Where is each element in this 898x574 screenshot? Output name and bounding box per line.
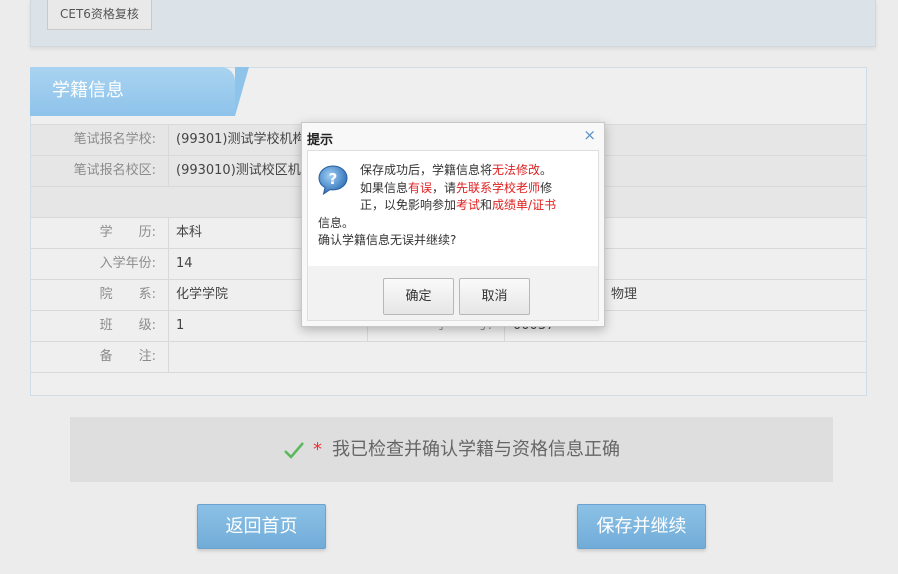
msg-text: 如果信息 <box>360 180 409 195</box>
dialog-footer: 确定 取消 <box>307 266 599 321</box>
info-row-bottom <box>31 372 866 395</box>
msg-text: 修 <box>540 180 553 195</box>
close-icon[interactable]: × <box>583 126 596 144</box>
msg-text: ，请 <box>432 180 457 195</box>
row-value: 14 <box>176 256 193 271</box>
row-value-2: 物理 <box>611 287 638 302</box>
msg-highlight: 成绩单/证书 <box>492 198 557 212</box>
dialog-body: ? 保存成功后，学籍信息将无法修改。 如果信息有误，请先联系学校老师修 正，以免… <box>307 150 599 268</box>
row-label: 院 系: <box>31 280 169 310</box>
msg-highlight: 无法修改 <box>492 163 541 177</box>
info-row: 备 注: <box>31 341 866 372</box>
confirm-text: 我已检查并确认学籍与资格信息正确 <box>332 439 620 460</box>
row-label: 备 注: <box>31 342 169 372</box>
prompt-dialog: 提示 × ? 保存成功后，学籍信息将无法修改。 如果信息有误，请先联系学校老师修… <box>301 122 605 327</box>
row-label: 入学年份: <box>31 249 169 279</box>
row-label: 班 级: <box>31 311 169 341</box>
dialog-message: 保存成功后，学籍信息将无法修改。 如果信息有误，请先联系学校老师修 正，以免影响… <box>318 162 588 250</box>
row-value: (993010)测试校区机构 <box>176 163 314 178</box>
row-label: 笔试报名学校: <box>31 125 169 155</box>
row-value: (99301)测试学校机构 <box>176 132 306 147</box>
msg-highlight: 先联系学校老师 <box>456 180 541 195</box>
confirm-checkbox-row[interactable]: * 我已检查并确认学籍与资格信息正确 <box>70 417 833 482</box>
top-panel: CET6资格复核 <box>30 0 876 47</box>
msg-highlight: 有误 <box>408 180 433 195</box>
student-info-tab[interactable]: 学籍信息 <box>30 67 249 116</box>
msg-text: 正，以免影响参加 <box>360 198 457 212</box>
row-label: 学 历: <box>31 218 169 248</box>
msg-confirm-text: 确认学籍信息无误并继续? <box>318 233 457 247</box>
msg-text: 。 <box>540 163 553 177</box>
required-star: * <box>313 439 322 460</box>
check-icon[interactable] <box>283 439 305 461</box>
msg-text: 和 <box>480 198 493 212</box>
cancel-button[interactable]: 取消 <box>459 278 530 315</box>
ok-button[interactable]: 确定 <box>383 278 454 315</box>
msg-highlight: 考试 <box>456 198 481 212</box>
cet6-review-button[interactable]: CET6资格复核 <box>47 0 152 30</box>
row-value: 本科 <box>176 225 203 240</box>
dialog-title: 提示 <box>307 133 334 148</box>
back-home-button[interactable]: 返回首页 <box>197 504 326 549</box>
row-label: 笔试报名校区: <box>31 156 169 186</box>
row-value: 1 <box>176 318 185 333</box>
save-continue-button[interactable]: 保存并继续 <box>577 504 706 549</box>
msg-text: 信息。 <box>318 215 355 230</box>
row-value: 化学学院 <box>176 287 229 302</box>
msg-text: 保存成功后，学籍信息将 <box>360 163 493 177</box>
